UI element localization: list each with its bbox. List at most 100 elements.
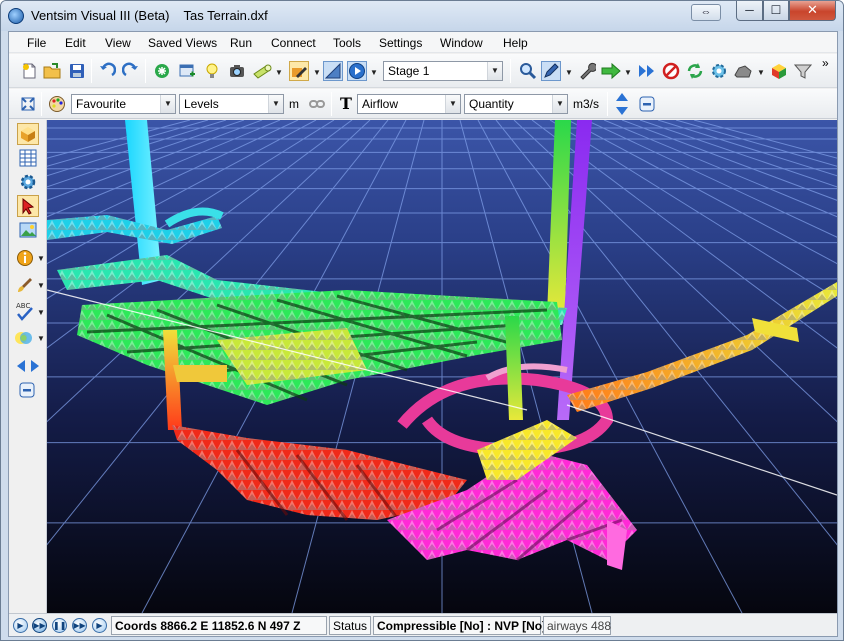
minus-box-icon[interactable]	[637, 94, 657, 114]
brush-icon[interactable]	[15, 275, 35, 295]
simulate-dropdown-caret[interactable]: ▼	[370, 68, 378, 77]
duct-dropdown-caret[interactable]: ▼	[275, 68, 283, 77]
menu-view[interactable]: View	[105, 36, 131, 50]
cube-view-icon[interactable]	[17, 123, 39, 145]
airflow-select[interactable]: Airflow ▼	[357, 94, 461, 114]
brush-dropdown-caret[interactable]: ▼	[37, 281, 45, 290]
chevron-down-icon[interactable]: ▼	[487, 62, 502, 80]
info-icon[interactable]	[15, 248, 35, 268]
select-mode-icon[interactable]	[323, 61, 343, 81]
search-icon[interactable]	[518, 61, 538, 81]
menu-saved-views[interactable]: Saved Views	[148, 36, 217, 50]
quantity-select-value: Quantity	[469, 97, 514, 111]
picture-icon[interactable]	[17, 219, 39, 241]
menu-connect[interactable]: Connect	[271, 36, 316, 50]
chevron-down-icon[interactable]: ▼	[160, 95, 175, 113]
duct-icon[interactable]	[252, 61, 272, 81]
play-button[interactable]: ▶	[13, 618, 28, 633]
quantity-select[interactable]: Quantity ▼	[464, 94, 568, 114]
grid-expand-icon[interactable]	[18, 94, 38, 114]
menu-edit[interactable]: Edit	[65, 36, 86, 50]
filter-icon[interactable]	[793, 61, 813, 81]
favourite-select[interactable]: Favourite ▼	[71, 94, 176, 114]
fast-forward-icon[interactable]	[637, 61, 657, 81]
yellow-cross-drive	[173, 365, 227, 382]
palette-icon[interactable]	[47, 94, 67, 114]
spellcheck-icon[interactable]: ABC	[15, 300, 35, 322]
restore-layout-button[interactable]: ⇔	[691, 4, 721, 21]
menu-run[interactable]: Run	[230, 36, 252, 50]
link-icon[interactable]	[307, 94, 327, 114]
pause-button[interactable]: ❚❚	[52, 618, 67, 633]
simulate-play-icon[interactable]	[347, 61, 367, 81]
maximize-button[interactable]: ☐	[763, 1, 789, 21]
bulb-icon[interactable]	[202, 61, 222, 81]
undo-icon[interactable]	[97, 61, 117, 81]
menu-window[interactable]: Window	[440, 36, 483, 50]
chevron-down-icon[interactable]: ▼	[445, 95, 460, 113]
pointer-select-icon[interactable]	[17, 195, 39, 217]
edit-airway-icon[interactable]	[289, 61, 309, 81]
3d-viewport[interactable]	[47, 120, 837, 613]
up-down-arrows-icon[interactable]	[612, 92, 632, 116]
draw-dropdown-caret[interactable]: ▼	[565, 68, 573, 77]
open-folder-icon[interactable]	[42, 61, 62, 81]
menu-tools[interactable]: Tools	[333, 36, 361, 50]
title-bar[interactable]: Ventsim Visual III (Beta) Tas Terrain.dxf…	[1, 1, 843, 31]
save-icon[interactable]	[67, 61, 87, 81]
arrow-dropdown-caret[interactable]: ▼	[624, 68, 632, 77]
wrench-icon[interactable]	[577, 61, 597, 81]
settings-gear-icon[interactable]	[17, 171, 39, 193]
status-label: Status	[329, 616, 371, 635]
ventilation-model-scene[interactable]	[47, 120, 837, 613]
airflow-select-value: Airflow	[362, 97, 399, 111]
stop-icon[interactable]	[661, 61, 681, 81]
rock-icon[interactable]	[733, 61, 753, 81]
pencil-draw-icon[interactable]	[541, 61, 561, 81]
redo-icon[interactable]	[121, 61, 141, 81]
camera-icon[interactable]	[227, 61, 247, 81]
main-toolbar: ▼ ▼ ▼ Stage 1 ▼ ▼ ▼ ▼ »	[9, 54, 837, 88]
quantity-unit: m3/s	[573, 97, 600, 111]
refresh-icon[interactable]	[685, 61, 705, 81]
forward-button[interactable]: ▶▶	[72, 618, 87, 633]
left-right-arrows-icon[interactable]	[16, 358, 40, 374]
stage-select-value: Stage 1	[388, 64, 430, 78]
stage-select[interactable]: Stage 1 ▼	[383, 61, 503, 81]
menu-bar: File Edit View Saved Views Run Connect T…	[9, 32, 837, 53]
spellcheck-dropdown-caret[interactable]: ▼	[37, 308, 45, 317]
layers-icon[interactable]	[13, 328, 37, 348]
cube-color-icon[interactable]	[769, 61, 789, 81]
step-button[interactable]: ▶	[92, 618, 107, 633]
text-tool-icon[interactable]: T	[340, 94, 352, 113]
menu-settings[interactable]: Settings	[379, 36, 422, 50]
levels-select[interactable]: Levels ▼	[179, 94, 284, 114]
menu-help[interactable]: Help	[503, 36, 528, 50]
edit-dropdown-caret[interactable]: ▼	[313, 68, 321, 77]
client-area: File Edit View Saved Views Run Connect T…	[8, 31, 838, 637]
app-name: Ventsim Visual III (Beta)	[31, 8, 170, 23]
app-window: Ventsim Visual III (Beta) Tas Terrain.dxf…	[0, 0, 844, 641]
compressible-status: Compressible [No] : NVP [No]	[373, 616, 546, 635]
layers-dropdown-caret[interactable]: ▼	[37, 334, 45, 343]
minus-box-left-icon[interactable]	[17, 380, 37, 400]
new-file-icon[interactable]	[19, 61, 39, 81]
close-button[interactable]: ✕	[789, 1, 836, 21]
green-arrow-icon[interactable]	[601, 61, 621, 81]
display-toolbar: Favourite ▼ Levels ▼ m T Airflow ▼ Quantity…	[9, 89, 837, 119]
gear-icon[interactable]	[709, 61, 729, 81]
minimize-button[interactable]: ─	[736, 1, 763, 21]
coords-readout: Coords 8866.2 E 11852.6 N 497 Z	[111, 616, 327, 635]
info-dropdown-caret[interactable]: ▼	[37, 254, 45, 263]
app-logo-icon[interactable]	[8, 8, 24, 24]
spreadsheet-icon[interactable]	[17, 147, 39, 169]
fast-play-button[interactable]: ▶▶	[32, 618, 47, 633]
menu-file[interactable]: File	[27, 36, 46, 50]
rebuild-icon[interactable]	[152, 61, 172, 81]
toolbar-overflow-icon[interactable]: »	[822, 56, 829, 70]
add-view-icon[interactable]	[177, 61, 197, 81]
chevron-down-icon[interactable]: ▼	[268, 95, 283, 113]
rock-dropdown-caret[interactable]: ▼	[757, 68, 765, 77]
favourite-select-value: Favourite	[76, 97, 127, 111]
chevron-down-icon[interactable]: ▼	[552, 95, 567, 113]
